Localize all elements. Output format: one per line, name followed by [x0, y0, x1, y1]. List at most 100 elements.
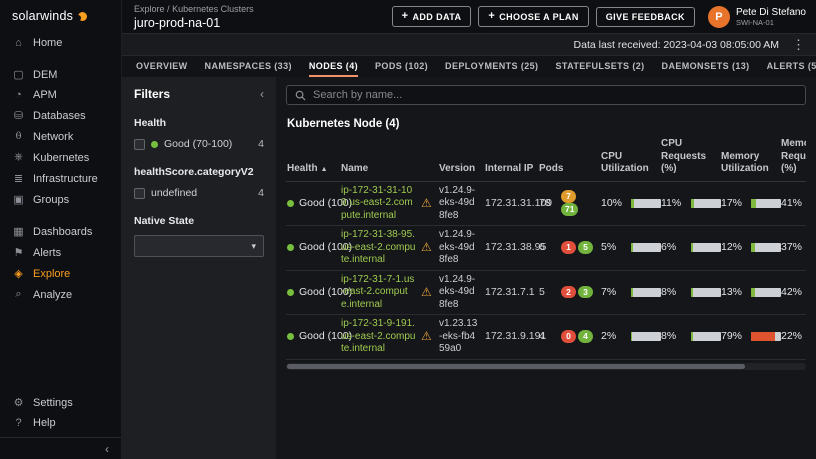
add-data-button[interactable]: + ADD DATA	[392, 6, 472, 27]
tab-alerts[interactable]: ALERTS (5)	[767, 56, 816, 77]
databases-icon: ⛁	[12, 109, 25, 122]
warning-triangle-icon[interactable]: ⚠	[421, 196, 432, 210]
filters-collapse-icon[interactable]: ‹	[260, 87, 264, 101]
sidebar-item-explore[interactable]: ◈ Explore	[0, 263, 121, 284]
col-memory-requests[interactable]: Memory Requests (%)	[780, 134, 806, 181]
col-cpu-requests[interactable]: CPU Requests (%)	[660, 134, 720, 181]
sidebar-item-label: Network	[33, 131, 73, 143]
checkbox-good[interactable]	[134, 139, 145, 150]
sidebar-item-dem[interactable]: ▢ DEM	[0, 64, 121, 85]
node-name-link[interactable]: ip-172-31-7-1.us-east-2.compute.internal	[341, 274, 416, 312]
tab-daemonsets[interactable]: DAEMONSETS (13)	[662, 56, 750, 77]
sidebar-item-analyze[interactable]: ⌕ Analyze	[0, 284, 121, 305]
solarwinds-logo[interactable]: solarwinds	[0, 0, 121, 33]
kebab-menu-icon[interactable]: ⋮	[789, 38, 808, 51]
col-cpu-utilization[interactable]: CPU Utilization	[600, 134, 660, 181]
pods-count: 78	[538, 181, 560, 226]
pods-critical-badge[interactable]: 0	[561, 330, 576, 343]
sidebar-footer: ⚙ Settings ? Help	[0, 392, 121, 437]
breadcrumb-kubernetes-clusters-link[interactable]: Kubernetes Clusters	[172, 4, 254, 14]
pods-ok-badge[interactable]: 4	[578, 330, 593, 343]
search-input[interactable]	[313, 89, 797, 101]
version-value: v1.23.13-eks-fb459a0	[438, 315, 484, 360]
pods-critical-badge[interactable]: 2	[561, 286, 576, 299]
sidebar-item-apm[interactable]: ◔ APM	[0, 85, 121, 105]
native-state-dropdown[interactable]: ▾	[134, 235, 264, 257]
sidebar-item-infrastructure[interactable]: ≣ Infrastructure	[0, 168, 121, 189]
filter-section-category: healthScore.categoryV2	[134, 166, 264, 178]
logo-text: solarwinds	[12, 9, 73, 23]
memory-requests-cell: 37%	[781, 241, 806, 254]
tab-nodes[interactable]: NODES (4)	[309, 56, 358, 77]
nodes-table-wrap: Health▲ Name Version Internal IP Pods CP…	[286, 134, 806, 360]
add-data-label: ADD DATA	[413, 12, 462, 22]
progress-bar	[751, 332, 781, 341]
table-row: Good (100) ip-172-31-9-191.us-east-2.com…	[286, 315, 806, 360]
choose-a-plan-button[interactable]: + CHOOSE A PLAN	[478, 6, 588, 27]
pods-ok-badge[interactable]: 3	[578, 286, 593, 299]
node-name-link[interactable]: ip-172-31-31-109.us-east-2.compute.inter…	[341, 185, 416, 223]
sidebar: solarwinds ⌂ Home ▢ DEM ◔ APM ⛁ Database…	[0, 0, 122, 459]
table-row: Good (100) ip-172-31-38-95.us-east-2.com…	[286, 226, 806, 271]
col-memory-utilization[interactable]: Memory Utilization	[720, 134, 780, 181]
sidebar-item-dashboards[interactable]: ▦ Dashboards	[0, 221, 121, 242]
node-name-link[interactable]: ip-172-31-38-95.us-east-2.compute.intern…	[341, 229, 416, 267]
sidebar-item-home[interactable]: ⌂ Home	[0, 33, 121, 53]
breadcrumb-explore-link[interactable]: Explore	[134, 4, 165, 14]
col-version[interactable]: Version	[438, 134, 484, 181]
col-pods[interactable]: Pods	[538, 134, 560, 181]
memory-requests-cell: 22%	[781, 330, 806, 343]
pods-warning-badge[interactable]: 7	[561, 190, 576, 203]
pods-ok-badge[interactable]: 5	[578, 241, 593, 254]
memory-utilization-cell: 13%	[721, 286, 776, 299]
table-header-row: Health▲ Name Version Internal IP Pods CP…	[286, 134, 806, 181]
filter-option-undefined: undefined 4	[134, 187, 264, 199]
sidebar-item-label: Databases	[33, 110, 86, 122]
sidebar-item-help[interactable]: ? Help	[0, 413, 121, 433]
col-internal-ip[interactable]: Internal IP	[484, 134, 538, 181]
sidebar-item-alerts[interactable]: ⚑ Alerts	[0, 242, 121, 263]
col-health[interactable]: Health▲	[286, 134, 340, 181]
warning-triangle-icon[interactable]: ⚠	[421, 240, 432, 254]
plus-icon: +	[488, 11, 495, 22]
horizontal-scrollbar-thumb[interactable]	[287, 364, 745, 369]
user-menu[interactable]: P Pete Di Stefano SWI-NA-01	[708, 6, 806, 28]
tab-overview[interactable]: OVERVIEW	[136, 56, 188, 77]
avatar: P	[708, 6, 730, 28]
choose-a-plan-label: CHOOSE A PLAN	[499, 12, 579, 22]
data-last-received-text: Data last received: 2023-04-03 08:05:00 …	[574, 39, 779, 51]
sidebar-item-label: Explore	[33, 268, 70, 280]
checkbox-undefined[interactable]	[134, 188, 145, 199]
dem-icon: ▢	[12, 68, 25, 81]
sidebar-item-groups[interactable]: ▣ Groups	[0, 189, 121, 210]
give-feedback-button[interactable]: GIVE FEEDBACK	[596, 7, 695, 27]
sidebar-collapse-button[interactable]: ‹	[0, 437, 121, 459]
sidebar-item-settings[interactable]: ⚙ Settings	[0, 392, 121, 413]
pods-critical-badge[interactable]: 1	[561, 241, 576, 254]
tab-statefulsets[interactable]: STATEFULSETS (2)	[555, 56, 644, 77]
sidebar-item-label: Home	[33, 37, 62, 49]
tab-deployments[interactable]: DEPLOYMENTS (25)	[445, 56, 538, 77]
health-value: Good (100)	[287, 241, 336, 254]
tab-pods[interactable]: PODS (102)	[375, 56, 428, 77]
col-warning	[420, 134, 438, 181]
memory-utilization-cell: 17%	[721, 197, 776, 210]
home-icon: ⌂	[12, 37, 25, 49]
warning-triangle-icon[interactable]: ⚠	[421, 285, 432, 299]
sidebar-item-label: Groups	[33, 194, 69, 206]
sidebar-item-network[interactable]: ⍬ Network	[0, 126, 121, 147]
chevron-left-icon: ‹	[105, 442, 109, 456]
sidebar-item-kubernetes[interactable]: ⎈ Kubernetes	[0, 147, 121, 168]
sidebar-item-databases[interactable]: ⛁ Databases	[0, 105, 121, 126]
warning-triangle-icon[interactable]: ⚠	[421, 329, 432, 343]
pods-ok-badge[interactable]: 71	[561, 203, 578, 216]
progress-bar	[631, 199, 661, 208]
node-name-link[interactable]: ip-172-31-9-191.us-east-2.compute.intern…	[341, 318, 416, 356]
tab-namespaces[interactable]: NAMESPACES (33)	[205, 56, 292, 77]
dashboards-icon: ▦	[12, 225, 25, 238]
col-name[interactable]: Name	[340, 134, 420, 181]
user-name: Pete Di Stefano	[736, 7, 806, 18]
health-good-dot-icon	[287, 200, 294, 207]
memory-utilization-cell: 12%	[721, 241, 776, 254]
breadcrumb-separator: /	[167, 4, 170, 14]
